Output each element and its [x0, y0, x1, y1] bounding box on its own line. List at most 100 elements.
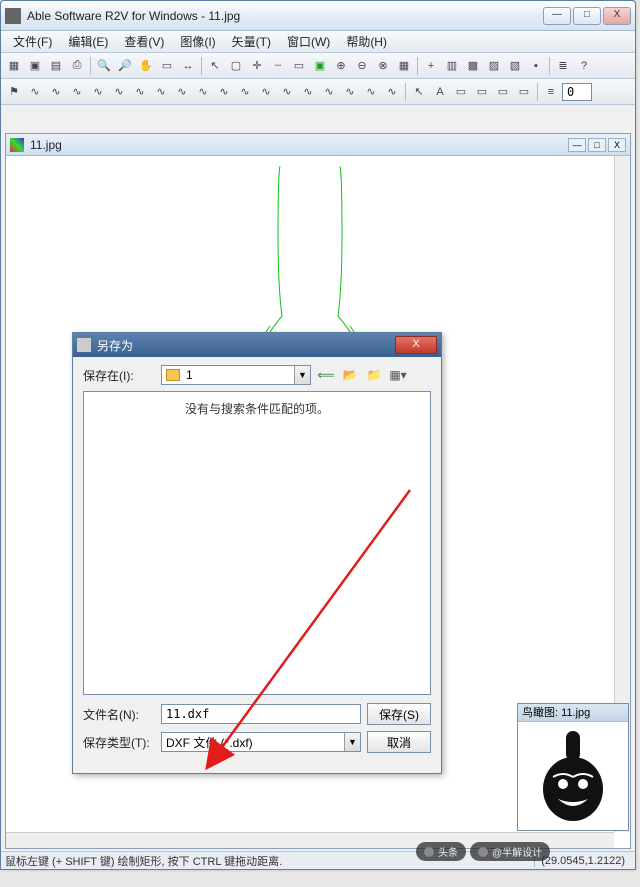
menubar: 文件(F) 编辑(E) 查看(V) 图像(I) 矢量(T) 窗口(W) 帮助(H…	[1, 31, 635, 53]
tb-zoom-out-icon[interactable]: 🔎	[115, 56, 135, 76]
watermark-chip-a: 头条	[416, 842, 466, 861]
tb-hand-icon[interactable]: ✋	[136, 56, 156, 76]
tb2-6-icon[interactable]: ∿	[130, 82, 150, 102]
tb2-16-icon[interactable]: ∿	[340, 82, 360, 102]
filename-label: 文件名(N):	[83, 706, 155, 723]
menu-edit[interactable]: 编辑(E)	[60, 31, 116, 52]
tb-save-icon[interactable]: ▤	[46, 56, 66, 76]
tb-grid-icon[interactable]: ▦	[394, 56, 414, 76]
tb2-3-icon[interactable]: ∿	[67, 82, 87, 102]
app-title: Able Software R2V for Windows - 11.jpg	[27, 9, 543, 23]
chevron-down-icon[interactable]: ▼	[294, 366, 310, 384]
document-titlebar[interactable]: 11.jpg — □ X	[6, 134, 630, 156]
menu-vector[interactable]: 矢量(T)	[224, 31, 279, 52]
tb-plus-icon[interactable]: +	[421, 56, 441, 76]
tb-pointer-icon[interactable]: ↖	[205, 56, 225, 76]
thumbnail-panel[interactable]: 鸟瞰图: 11.jpg	[517, 703, 629, 831]
tb-fit-icon[interactable]: ▭	[157, 56, 177, 76]
view-menu-icon[interactable]: ▦▾	[389, 366, 407, 384]
tb2-4-icon[interactable]: ∿	[88, 82, 108, 102]
main-titlebar[interactable]: Able Software R2V for Windows - 11.jpg —…	[1, 1, 635, 31]
new-folder-icon[interactable]: 📁	[365, 366, 383, 384]
chevron-down-icon[interactable]: ▼	[344, 733, 360, 751]
menu-image[interactable]: 图像(I)	[172, 31, 223, 52]
tb2-number-input[interactable]	[562, 83, 592, 101]
tb2-10-icon[interactable]: ∿	[214, 82, 234, 102]
maximize-button[interactable]: □	[573, 7, 601, 25]
close-button[interactable]: X	[603, 7, 631, 25]
tb2-5-icon[interactable]: ∿	[109, 82, 129, 102]
tb-crosshair-icon[interactable]: ✛	[247, 56, 267, 76]
tb-misc1-icon[interactable]: ▩	[463, 56, 483, 76]
tb-1to1-icon[interactable]: ↔	[178, 56, 198, 76]
tb-dash-icon[interactable]: ┄	[268, 56, 288, 76]
menu-view[interactable]: 查看(V)	[116, 31, 172, 52]
toolbar-row-2: ⚑ ∿ ∿ ∿ ∿ ∿ ∿ ∿ ∿ ∿ ∿ ∿ ∿ ∿ ∿ ∿ ∿ ∿ ∿ ↖ …	[1, 79, 635, 105]
tb2-arrow-icon[interactable]: ↖	[409, 82, 429, 102]
thumbnail-image	[518, 722, 628, 830]
dialog-titlebar[interactable]: 另存为 X	[73, 333, 441, 357]
doc-close-button[interactable]: X	[608, 138, 626, 152]
tb2-12-icon[interactable]: ∿	[256, 82, 276, 102]
tb2-14-icon[interactable]: ∿	[298, 82, 318, 102]
tb2-9-icon[interactable]: ∿	[193, 82, 213, 102]
save-as-dialog: 另存为 X 保存在(I): 1 ▼ ⟸ 📂 📁 ▦▾ 没有与搜索条件匹配的项。 …	[72, 332, 442, 774]
tb2-2-icon[interactable]: ∿	[46, 82, 66, 102]
tb2-lines-icon[interactable]: ≡	[541, 82, 561, 102]
menu-help[interactable]: 帮助(H)	[338, 31, 395, 52]
tb2-11-icon[interactable]: ∿	[235, 82, 255, 102]
tb2-1-icon[interactable]: ∿	[25, 82, 45, 102]
tb2-15-icon[interactable]: ∿	[319, 82, 339, 102]
tb-misc4-icon[interactable]: ▪	[526, 56, 546, 76]
filename-input[interactable]	[161, 704, 361, 724]
dialog-title: 另存为	[97, 337, 395, 354]
tb2-18-icon[interactable]: ∿	[382, 82, 402, 102]
tb-node3-icon[interactable]: ⊗	[373, 56, 393, 76]
tb-print-icon[interactable]: ⎙	[67, 56, 87, 76]
tb-rgb-icon[interactable]: ▥	[442, 56, 462, 76]
save-in-combo[interactable]: 1 ▼	[161, 365, 311, 385]
tb-new-icon[interactable]: ▦	[4, 56, 24, 76]
cancel-button[interactable]: 取消	[367, 731, 431, 753]
tb2-17-icon[interactable]: ∿	[361, 82, 381, 102]
tb2-flag-icon[interactable]: ⚑	[4, 82, 24, 102]
minimize-button[interactable]: —	[543, 7, 571, 25]
tb-misc2-icon[interactable]: ▨	[484, 56, 504, 76]
menu-file[interactable]: 文件(F)	[5, 31, 60, 52]
tb2-c-icon[interactable]: ▭	[472, 82, 492, 102]
document-title: 11.jpg	[30, 138, 568, 152]
back-icon[interactable]: ⟸	[317, 366, 335, 384]
empty-message: 没有与搜索条件匹配的项。	[185, 402, 329, 416]
filetype-combo[interactable]: DXF 文件 (*.dxf) ▼	[161, 732, 361, 752]
up-one-level-icon[interactable]: 📂	[341, 366, 359, 384]
tb2-a-icon[interactable]: A	[430, 82, 450, 102]
save-button[interactable]: 保存(S)	[367, 703, 431, 725]
doc-minimize-button[interactable]: —	[568, 138, 586, 152]
filetype-value: DXF 文件 (*.dxf)	[166, 734, 253, 751]
tb-layers-icon[interactable]: ≣	[553, 56, 573, 76]
tb-node1-icon[interactable]: ⊕	[331, 56, 351, 76]
tb-box-icon[interactable]: ▢	[226, 56, 246, 76]
tb-open-icon[interactable]: ▣	[25, 56, 45, 76]
toolbar-row-1: ▦ ▣ ▤ ⎙ 🔍 🔎 ✋ ▭ ↔ ↖ ▢ ✛ ┄ ▭ ▣ ⊕ ⊖ ⊗ ▦ + …	[1, 53, 635, 79]
tb2-e-icon[interactable]: ▭	[514, 82, 534, 102]
dialog-close-button[interactable]: X	[395, 336, 437, 354]
doc-maximize-button[interactable]: □	[588, 138, 606, 152]
tb2-13-icon[interactable]: ∿	[277, 82, 297, 102]
tb2-b-icon[interactable]: ▭	[451, 82, 471, 102]
tb-rect-icon[interactable]: ▭	[289, 56, 309, 76]
tb-node2-icon[interactable]: ⊖	[352, 56, 372, 76]
tb-misc3-icon[interactable]: ▧	[505, 56, 525, 76]
tb-help-icon[interactable]: ?	[574, 56, 594, 76]
tb2-7-icon[interactable]: ∿	[151, 82, 171, 102]
tb2-d-icon[interactable]: ▭	[493, 82, 513, 102]
tb-selbox-icon[interactable]: ▣	[310, 56, 330, 76]
folder-icon	[166, 369, 180, 381]
tb-zoom-in-icon[interactable]: 🔍	[94, 56, 114, 76]
menu-window[interactable]: 窗口(W)	[279, 31, 338, 52]
tb2-8-icon[interactable]: ∿	[172, 82, 192, 102]
watermark-chip-b: @半解设计	[470, 842, 550, 861]
folder-name: 1	[186, 368, 193, 382]
status-hint: 鼠标左键 (+ SHIFT 键) 绘制矩形, 按下 CTRL 键拖动距离.	[5, 853, 282, 869]
file-list[interactable]: 没有与搜索条件匹配的项。	[83, 391, 431, 695]
